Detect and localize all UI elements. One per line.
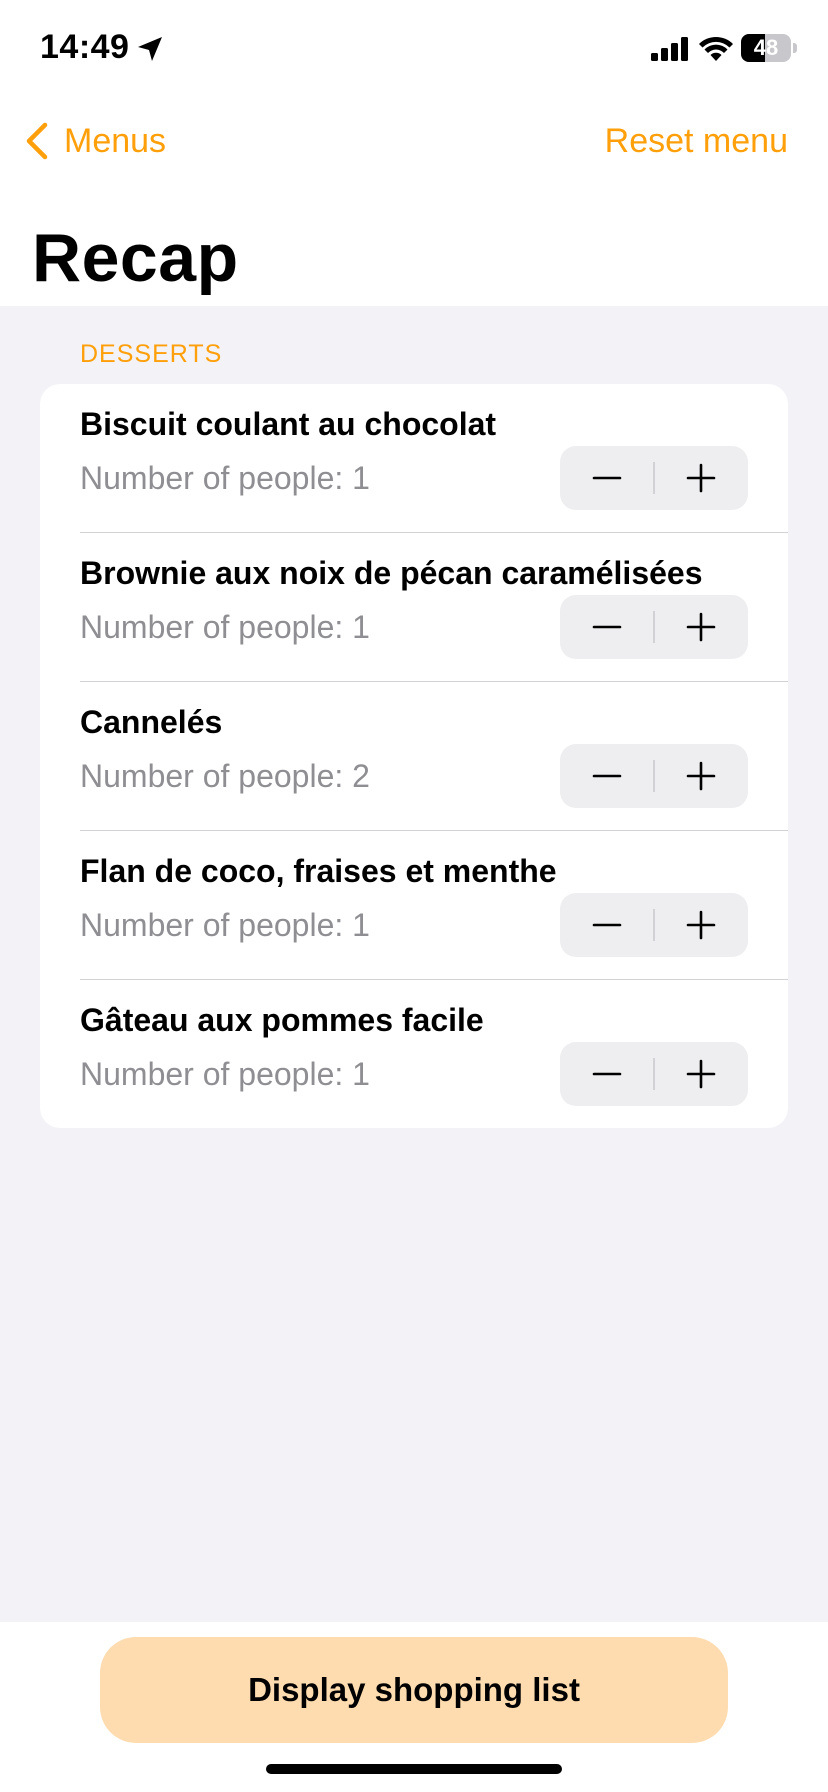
location-arrow-icon bbox=[138, 37, 162, 61]
decrement-button[interactable] bbox=[560, 446, 654, 510]
plus-icon bbox=[686, 1059, 716, 1089]
recipe-title: Gâteau aux pommes facile bbox=[80, 1002, 484, 1038]
minus-icon bbox=[592, 625, 622, 629]
minus-icon bbox=[592, 476, 622, 480]
reset-menu-button[interactable]: Reset menu bbox=[605, 118, 788, 164]
list-item: Biscuit coulant au chocolat Number of pe… bbox=[40, 384, 788, 533]
people-stepper bbox=[560, 446, 748, 510]
wifi-icon bbox=[699, 36, 733, 61]
minus-icon bbox=[592, 774, 622, 778]
increment-button[interactable] bbox=[654, 446, 748, 510]
plus-icon bbox=[686, 612, 716, 642]
desserts-list: Biscuit coulant au chocolat Number of pe… bbox=[40, 384, 788, 1128]
list-item: Cannelés Number of people: 2 bbox=[40, 682, 788, 831]
page-title: Recap bbox=[32, 220, 239, 296]
chevron-left-icon bbox=[26, 122, 48, 160]
people-stepper bbox=[560, 893, 748, 957]
back-button[interactable]: Menus bbox=[24, 118, 166, 164]
recipe-title: Flan de coco, fraises et menthe bbox=[80, 853, 557, 889]
people-count: Number of people: 2 bbox=[80, 758, 370, 794]
people-stepper bbox=[560, 595, 748, 659]
list-item: Gâteau aux pommes facile Number of peopl… bbox=[40, 980, 788, 1128]
back-button-label: Menus bbox=[64, 121, 167, 160]
decrement-button[interactable] bbox=[560, 744, 654, 808]
minus-icon bbox=[592, 923, 622, 927]
decrement-button[interactable] bbox=[560, 893, 654, 957]
recipe-title: Brownie aux noix de pécan caramélisées bbox=[80, 555, 703, 591]
increment-button[interactable] bbox=[654, 744, 748, 808]
section-header: DESSERTS bbox=[80, 340, 223, 368]
list-item: Brownie aux noix de pécan caramélisées N… bbox=[40, 533, 788, 682]
people-stepper bbox=[560, 1042, 748, 1106]
decrement-button[interactable] bbox=[560, 1042, 654, 1106]
list-item: Flan de coco, fraises et menthe Number o… bbox=[40, 831, 788, 980]
home-indicator[interactable] bbox=[266, 1764, 562, 1774]
status-time: 14:49 bbox=[40, 28, 130, 66]
display-shopping-list-button[interactable]: Display shopping list bbox=[100, 1637, 728, 1743]
status-bar: 14:49 48 bbox=[0, 0, 828, 100]
increment-button[interactable] bbox=[654, 1042, 748, 1106]
recap-screen: 14:49 48 Menus Reset menu Recap DESSERTS… bbox=[0, 0, 828, 1792]
minus-icon bbox=[592, 1072, 622, 1076]
people-count: Number of people: 1 bbox=[80, 907, 370, 943]
battery-percent: 48 bbox=[753, 35, 779, 60]
plus-icon bbox=[686, 761, 716, 791]
battery-tip bbox=[793, 43, 797, 53]
recipe-title: Cannelés bbox=[80, 704, 223, 740]
cellular-signal-icon bbox=[651, 37, 688, 61]
people-count: Number of people: 1 bbox=[80, 1056, 370, 1092]
increment-button[interactable] bbox=[654, 595, 748, 659]
people-count: Number of people: 1 bbox=[80, 460, 370, 496]
plus-icon bbox=[686, 910, 716, 940]
battery-body: 48 bbox=[741, 34, 791, 62]
increment-button[interactable] bbox=[654, 893, 748, 957]
people-stepper bbox=[560, 744, 748, 808]
people-count: Number of people: 1 bbox=[80, 609, 370, 645]
battery-indicator: 48 bbox=[741, 34, 797, 62]
recipe-title: Biscuit coulant au chocolat bbox=[80, 406, 497, 442]
decrement-button[interactable] bbox=[560, 595, 654, 659]
plus-icon bbox=[686, 463, 716, 493]
